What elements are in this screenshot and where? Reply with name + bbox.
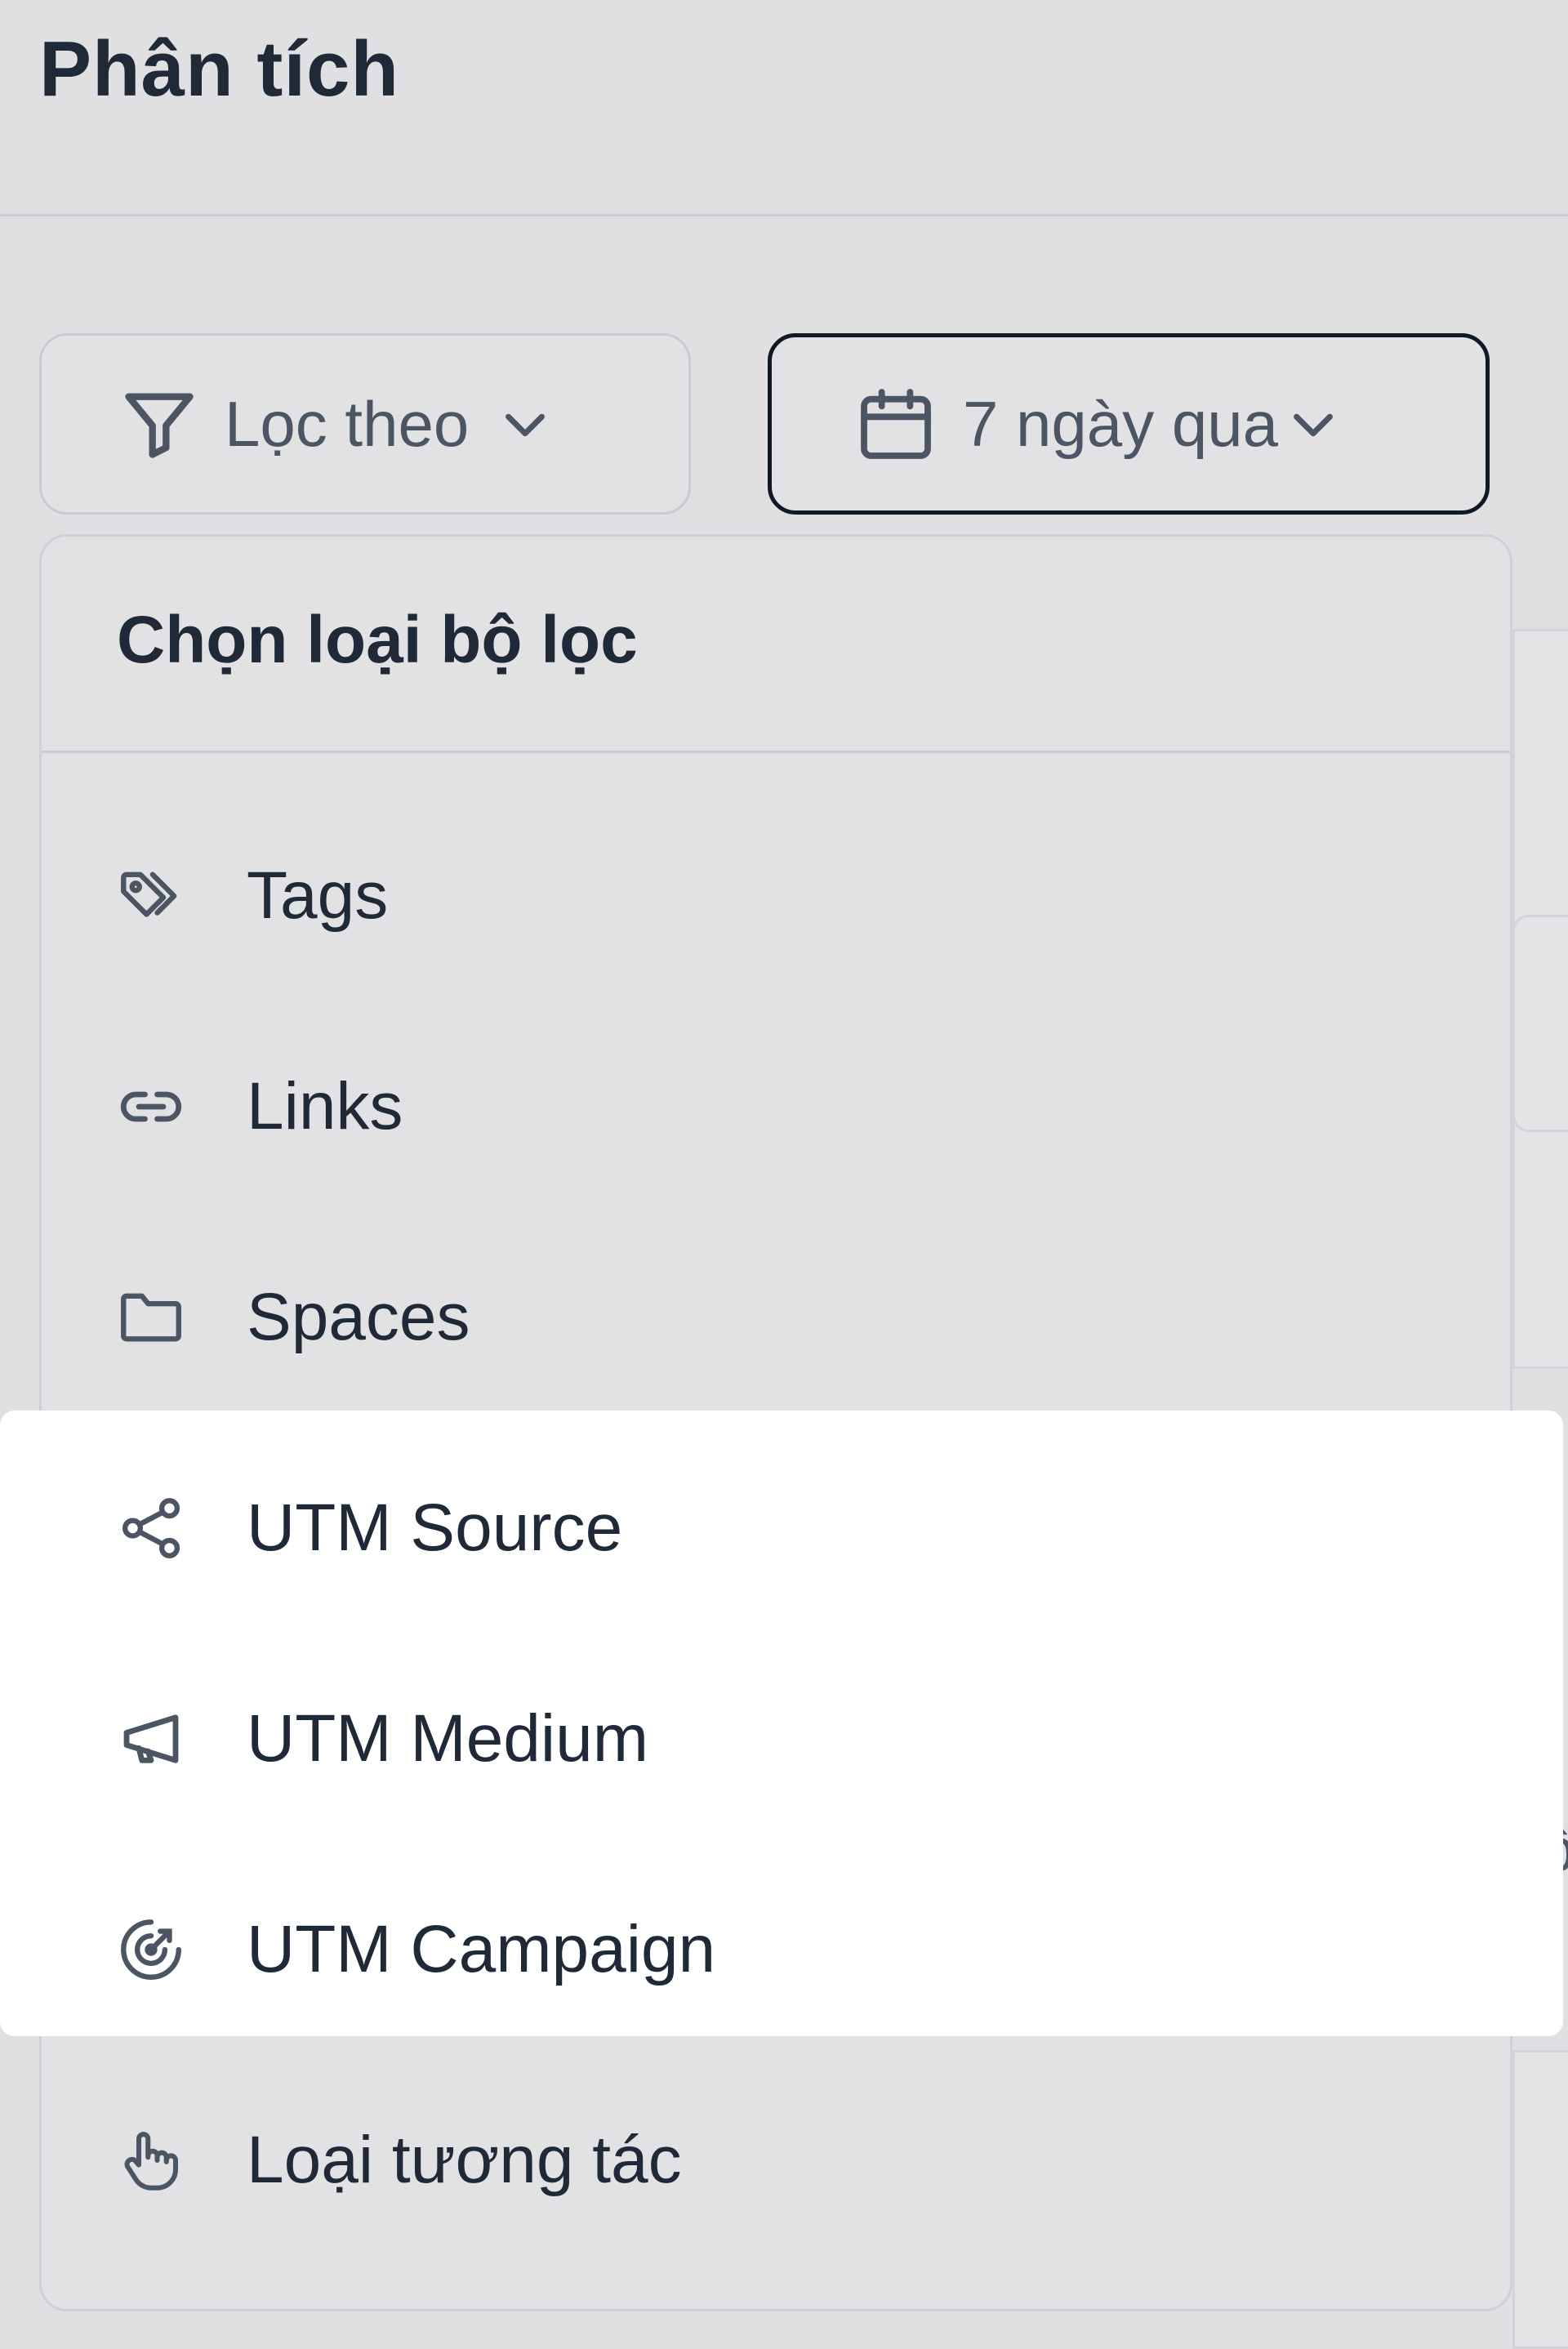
megaphone-icon [114, 1702, 188, 1776]
menu-item-links[interactable]: Links [39, 1001, 1512, 1212]
pointer-hand-icon [114, 2124, 188, 2197]
menu-item-label: UTM Source [247, 1491, 623, 1565]
page-title: Phân tích [39, 25, 400, 113]
background-card [1512, 915, 1568, 1132]
date-range-label: 7 ngày qua [963, 387, 1279, 460]
chevron-down-icon [506, 413, 546, 437]
divider [42, 751, 1510, 753]
dropdown-title: Chọn loại bộ lọc [117, 603, 638, 677]
link-icon [114, 1070, 188, 1143]
folder-icon [114, 1281, 188, 1354]
target-icon [114, 1913, 188, 1986]
menu-item-utm-source[interactable]: UTM Source [39, 1423, 1512, 1634]
chevron-down-icon [1294, 413, 1333, 437]
calendar-icon [861, 389, 931, 459]
menu-item-utm-medium[interactable]: UTM Medium [39, 1634, 1512, 1844]
page-header: Phân tích [0, 0, 1568, 216]
menu-item-label: UTM Medium [247, 1701, 649, 1776]
menu-item-interaction-type[interactable]: Loại tương tác [39, 2055, 1512, 2266]
filter-button-label: Lọc theo [225, 387, 470, 460]
menu-item-label: Tags [247, 858, 389, 933]
menu-item-utm-campaign[interactable]: UTM Campaign [39, 1844, 1512, 2055]
menu-item-tags[interactable]: Tags [39, 791, 1512, 1001]
background-card [1512, 2050, 1568, 2349]
menu-item-label: Links [247, 1069, 403, 1143]
filter-icon [125, 393, 194, 458]
menu-item-label: Spaces [247, 1280, 470, 1354]
filter-button[interactable]: Lọc theo [39, 333, 691, 515]
tag-icon [114, 859, 188, 933]
menu-item-label: Loại tương tác [247, 2123, 682, 2197]
date-range-button[interactable]: 7 ngày qua [768, 333, 1490, 515]
share-icon [114, 1491, 188, 1565]
menu-item-label: UTM Campaign [247, 1912, 716, 1986]
menu-item-spaces[interactable]: Spaces [39, 1212, 1512, 1423]
